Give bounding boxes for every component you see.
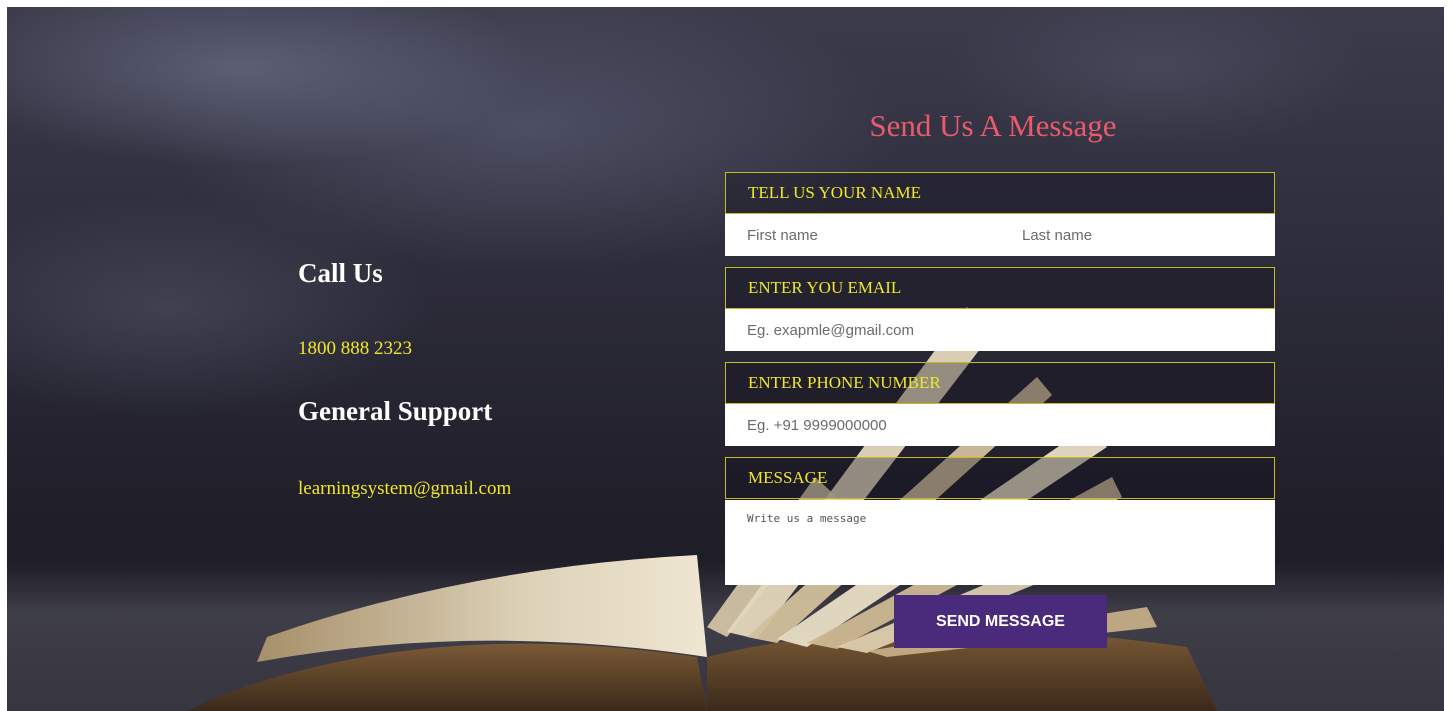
email-label: ENTER YOU EMAIL: [725, 267, 1275, 309]
message-textarea[interactable]: [725, 500, 1275, 585]
general-support-heading: General Support: [298, 396, 493, 426]
last-name-input[interactable]: [1000, 214, 1275, 256]
message-label: MESSAGE: [725, 457, 1275, 499]
name-label: TELL US YOUR NAME: [725, 172, 1275, 214]
support-email: learningsystem@gmail.com: [298, 478, 512, 499]
send-message-button[interactable]: SEND MESSAGE: [894, 595, 1107, 648]
first-name-input[interactable]: [725, 214, 1000, 256]
phone-label: ENTER PHONE NUMBER: [725, 362, 1275, 404]
phone-number: 1800 888 2323: [298, 338, 412, 359]
email-input[interactable]: [725, 309, 1275, 351]
call-us-heading: Call Us: [298, 258, 383, 288]
phone-input[interactable]: [725, 404, 1275, 446]
form-title: Send Us A Message: [869, 108, 1117, 143]
